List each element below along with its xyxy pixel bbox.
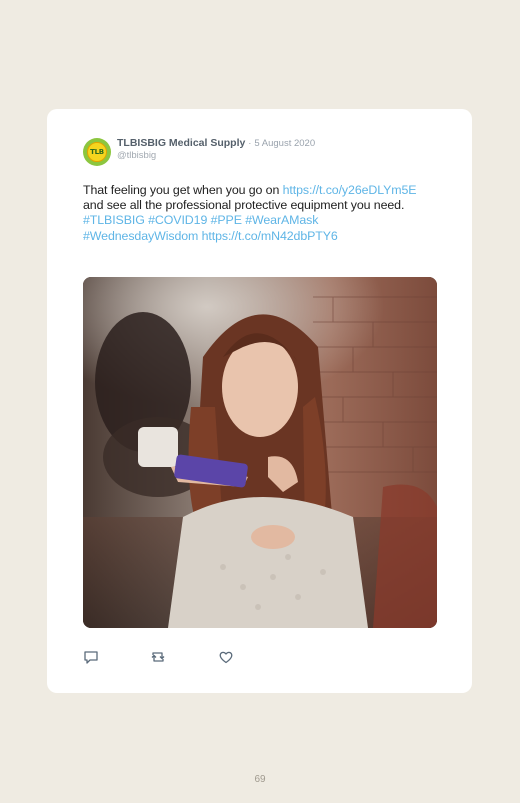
user-handle[interactable]: @tlbisbig — [117, 150, 315, 162]
hashtag-covid19[interactable]: #COVID19 — [148, 213, 207, 227]
tweet-date[interactable]: 5 August 2020 — [254, 138, 315, 149]
media-photo — [83, 277, 437, 628]
tweet-actions — [83, 649, 243, 665]
heart-icon[interactable] — [218, 649, 234, 665]
tweet-media-link[interactable]: https://t.co/mN42dbPTY6 — [202, 229, 338, 243]
display-name[interactable]: TLBISBIG Medical Supply — [117, 137, 245, 149]
name-row: TLBISBIG Medical Supply · 5 August 2020 — [117, 137, 315, 150]
reply-icon-svg — [84, 651, 98, 664]
user-info: TLBISBIG Medical Supply · 5 August 2020 … — [117, 137, 315, 162]
hashtag-wednesdaywisdom[interactable]: #WednesdayWisdom — [83, 229, 198, 243]
avatar-logo: TLB — [87, 142, 107, 162]
separator: · — [248, 138, 252, 149]
hashtag-ppe[interactable]: #PPE — [211, 213, 242, 227]
tweet-text-part: That feeling you get when you go on — [83, 183, 283, 197]
reply-icon[interactable] — [83, 649, 99, 665]
tweet-text-part: and see all the professional protective … — [83, 198, 405, 213]
retweet-icon[interactable] — [150, 649, 166, 665]
hashtag-tlbisbig[interactable]: #TLBISBIG — [83, 213, 145, 227]
tweet-header: TLB TLBISBIG Medical Supply · 5 August 2… — [83, 137, 315, 167]
page-number: 69 — [254, 774, 266, 785]
heart-icon-svg — [219, 651, 233, 664]
tweet-card: TLB TLBISBIG Medical Supply · 5 August 2… — [47, 109, 472, 693]
tweet-text: That feeling you get when you go on http… — [83, 183, 435, 244]
retweet-icon-svg — [151, 652, 165, 662]
tweet-link[interactable]: https://t.co/y26eDLYm5E — [283, 183, 417, 197]
hashtag-wearamask[interactable]: #WearAMask — [245, 213, 318, 227]
tweet-media-image[interactable] — [83, 277, 437, 628]
avatar[interactable]: TLB — [83, 138, 111, 166]
